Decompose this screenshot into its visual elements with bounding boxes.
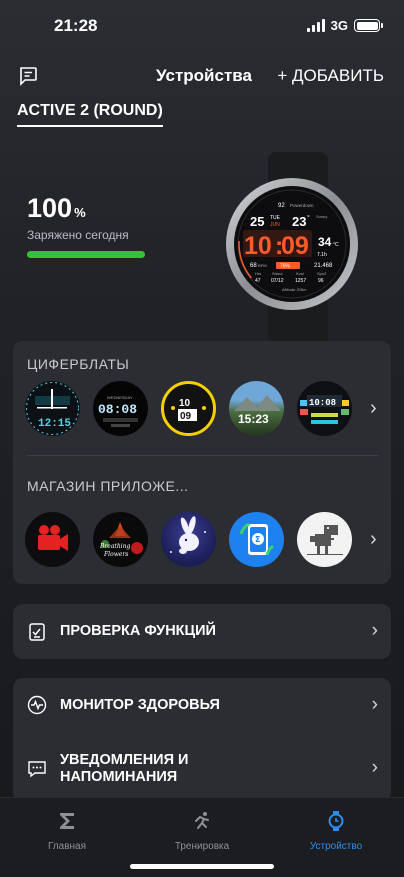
sync-app[interactable]: Σ: [229, 512, 284, 567]
svg-text:10:08: 10:08: [309, 398, 336, 408]
svg-text:Flowers: Flowers: [103, 551, 128, 558]
feature-check-item[interactable]: ПРОВЕРКА ФУНКЦИЙ ›: [13, 604, 391, 659]
apps-section-title[interactable]: МАГАЗИН ПРИЛОЖЕ...: [27, 478, 189, 494]
battery-percent: 100%: [27, 193, 86, 223]
tab-workout[interactable]: Тренировка: [152, 810, 252, 852]
health-monitor-item[interactable]: МОНИТОР ЗДОРОВЬЯ ›: [13, 678, 391, 733]
page-title: Устройства: [156, 66, 252, 85]
status-time: 21:28: [54, 16, 98, 35]
message-dots-icon: [28, 761, 46, 778]
wf-minute: 09: [281, 232, 309, 260]
health-settings-card: МОНИТОР ЗДОРОВЬЯ › УВЕДОМЛЕНИЯ И НАПОМИН…: [13, 678, 391, 802]
svg-text:21.468: 21.468: [314, 263, 333, 269]
battery-bar-fill: [27, 251, 145, 258]
svg-text:12:15: 12:15: [38, 418, 71, 430]
tab-device-label: Устройство: [309, 841, 363, 852]
status-indicators: 3G: [306, 18, 383, 33]
chevron-right-icon: ›: [371, 757, 378, 778]
running-icon: [195, 812, 209, 829]
faces-section-title[interactable]: ЦИФЕРБЛАТЫ: [27, 356, 129, 372]
section-divider: [27, 455, 379, 456]
svg-text:BPM: BPM: [258, 263, 267, 268]
svg-text:1257: 1257: [295, 278, 306, 284]
face-multicolor[interactable]: 10:08: [297, 381, 352, 436]
svg-text:°C: °C: [333, 242, 339, 248]
watch-preview[interactable]: 92 Powerdown 25 TUE JUN 23 ° Sunny 10 : …: [220, 148, 370, 344]
feature-check-label: ПРОВЕРКА ФУНКЦИЙ: [60, 623, 216, 639]
watch-sync-icon: Σ: [239, 522, 274, 556]
svg-text:Breathing: Breathing: [99, 543, 130, 550]
face-landscape[interactable]: 15:23: [229, 381, 284, 436]
svg-text:TUE: TUE: [270, 215, 281, 221]
add-device-button[interactable]: + ДОБАВИТЬ: [277, 66, 384, 86]
svg-text:Hrs: Hrs: [255, 271, 261, 276]
svg-text:10: 10: [179, 398, 191, 409]
signal-icon: [306, 19, 325, 32]
svg-text:Stand: Stand: [272, 271, 282, 276]
svg-text:09: 09: [180, 411, 192, 422]
svg-text:07/12: 07/12: [271, 278, 284, 284]
battery-bar: [27, 251, 145, 258]
home-indicator: [130, 864, 274, 869]
svg-text:76%: 76%: [280, 264, 291, 270]
rabbit-icon: [170, 516, 206, 554]
face-teal-digital[interactable]: 12:15: [25, 381, 80, 436]
checklist-icon: [29, 623, 45, 641]
svg-text:34: 34: [318, 235, 332, 249]
tab-home[interactable]: Главная: [17, 810, 117, 852]
wf-date: 25: [250, 214, 264, 229]
tab-workout-label: Тренировка: [174, 841, 230, 852]
svg-text:7.1h: 7.1h: [317, 252, 327, 258]
svg-text:JUN: JUN: [270, 222, 280, 228]
notifications-item[interactable]: УВЕДОМЛЕНИЯ И НАПОМИНАНИЯ ›: [13, 736, 391, 802]
faces-row: 12:15 WEDNESDAY 08:08 10 09 15:23 10:08: [25, 381, 352, 436]
svg-text:68: 68: [250, 263, 257, 269]
svg-text:96: 96: [318, 278, 324, 284]
svg-text:Altitude 205m: Altitude 205m: [282, 287, 307, 292]
svg-text:Sunny: Sunny: [316, 214, 327, 219]
apps-more-chevron-icon[interactable]: ›: [370, 528, 377, 551]
notifications-label: УВЕДОМЛЕНИЯ И НАПОМИНАНИЯ: [60, 752, 189, 785]
svg-text:°: °: [307, 214, 310, 222]
face-yellow-ring[interactable]: 10 09: [161, 381, 216, 436]
dinosaur-icon: [307, 525, 343, 555]
watch-icon: [328, 811, 344, 831]
face-white-digital[interactable]: WEDNESDAY 08:08: [93, 381, 148, 436]
svg-text:Powerdown: Powerdown: [290, 203, 314, 208]
bunny-app[interactable]: [161, 512, 216, 567]
tab-device[interactable]: Устройство: [286, 810, 386, 852]
network-type: 3G: [330, 18, 348, 33]
tab-home-label: Главная: [47, 841, 87, 852]
battery-icon: [354, 19, 383, 32]
dino-app[interactable]: [297, 512, 352, 567]
apps-row: Breathing Flowers Σ: [25, 512, 352, 567]
health-monitor-label: МОНИТОР ЗДОРОВЬЯ: [60, 697, 220, 713]
svg-text:Spo2: Spo2: [317, 271, 327, 276]
sigma-icon: [60, 813, 74, 829]
svg-text:08:08: 08:08: [98, 402, 137, 417]
svg-text:15:23: 15:23: [238, 412, 269, 426]
breathing-app[interactable]: Breathing Flowers: [93, 512, 148, 567]
wf-temp: 23: [292, 214, 306, 229]
device-tab-active2[interactable]: ACTIVE 2 (ROUND): [17, 102, 163, 127]
svg-text:Σ: Σ: [255, 535, 260, 544]
battery-status: Заряжено сегодня: [27, 228, 129, 242]
wf-battery: 92: [278, 203, 285, 209]
faces-more-chevron-icon[interactable]: ›: [370, 397, 377, 420]
svg-text:47: 47: [255, 278, 261, 284]
svg-text:WEDNESDAY: WEDNESDAY: [107, 395, 133, 400]
chevron-right-icon: ›: [371, 620, 378, 641]
heart-pulse-icon: [27, 695, 47, 715]
chevron-right-icon: ›: [371, 694, 378, 715]
video-camera-icon: [38, 525, 68, 551]
chat-icon[interactable]: [18, 66, 38, 86]
camera-app[interactable]: [25, 512, 80, 567]
wf-hour: 10: [244, 232, 272, 260]
svg-text:Kcal: Kcal: [296, 271, 304, 276]
